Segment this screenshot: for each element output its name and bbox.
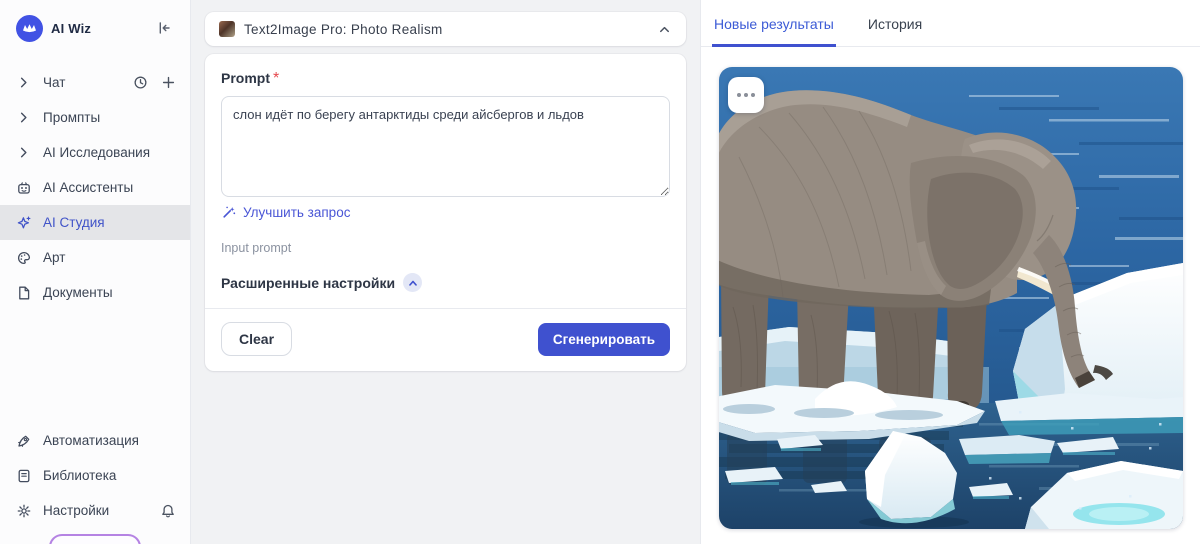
palette-icon	[16, 250, 33, 266]
brand-name: AI Wiz	[51, 21, 91, 36]
sidebar-nav-bottom: Автоматизация Библиотека Настройки	[0, 414, 190, 544]
advanced-settings-toggle[interactable]: Расширенные настройки	[221, 273, 422, 292]
tool-form-card: Prompt* слон идёт по берегу антарктиды с…	[205, 54, 686, 371]
prompt-helper-text: Input prompt	[221, 241, 670, 255]
sidebar-header: AI Wiz	[0, 0, 190, 56]
settings-trailing-actions	[160, 503, 176, 519]
sidebar-item-documents[interactable]: Документы	[0, 275, 190, 310]
ellipsis-icon	[751, 93, 755, 97]
sidebar-item-label: Чат	[43, 75, 65, 90]
results-panel: Новые результаты История	[700, 0, 1200, 544]
sidebar-item-label: AI Исследования	[43, 145, 150, 160]
prompt-label: Prompt	[221, 70, 270, 86]
prompt-textarea[interactable]: слон идёт по берегу антарктиды среди айс…	[221, 96, 670, 197]
prompt-label-row: Prompt*	[221, 70, 670, 88]
document-icon	[16, 285, 33, 301]
clear-button[interactable]: Clear	[221, 322, 292, 356]
result-area	[701, 47, 1200, 529]
ellipsis-icon	[744, 93, 748, 97]
sidebar-item-automation[interactable]: Автоматизация	[0, 423, 190, 458]
sidebar-item-label: Автоматизация	[43, 433, 139, 448]
tool-title: Text2Image Pro: Photo Realism	[244, 22, 648, 37]
sidebar-nav: Чат Промпты	[0, 56, 190, 310]
app-window: AI Wiz Чат	[0, 0, 1200, 544]
sidebar-item-label: Настройки	[43, 503, 109, 518]
advanced-settings-label: Расширенные настройки	[221, 275, 395, 291]
bell-icon[interactable]	[160, 503, 176, 519]
generated-image[interactable]	[719, 67, 1183, 529]
sidebar-item-ai-research[interactable]: AI Исследования	[0, 135, 190, 170]
chevron-up-icon	[403, 273, 422, 292]
gear-icon	[16, 503, 33, 519]
rocket-icon	[16, 433, 33, 449]
chat-trailing-actions	[133, 75, 176, 90]
sidebar-collapse-button[interactable]	[154, 18, 174, 38]
chevron-right-icon	[16, 75, 33, 91]
logo-w-icon	[22, 23, 37, 34]
sidebar-item-ai-studio[interactable]: AI Студия	[0, 205, 190, 240]
sidebar-item-label: Библиотека	[43, 468, 116, 483]
chevron-up-icon	[657, 22, 672, 37]
new-chat-plus-icon[interactable]	[161, 75, 176, 90]
sidebar-item-chat[interactable]: Чат	[0, 65, 190, 100]
tab-history[interactable]: История	[866, 0, 924, 47]
sidebar-item-library[interactable]: Библиотека	[0, 458, 190, 493]
results-tabs: Новые результаты История	[701, 0, 1200, 47]
sidebar-item-ai-assistants[interactable]: AI Ассистенты	[0, 170, 190, 205]
chevron-right-icon	[16, 110, 33, 126]
required-asterisk: *	[273, 70, 279, 87]
sidebar-item-label: AI Ассистенты	[43, 180, 133, 195]
generate-button[interactable]: Сгенерировать	[538, 323, 670, 356]
brand-logo	[16, 15, 43, 42]
sidebar-item-label: Арт	[43, 250, 65, 265]
improve-prompt-label: Улучшить запрос	[243, 205, 350, 220]
sidebar-item-prompts[interactable]: Промпты	[0, 100, 190, 135]
upgrade-pill-button[interactable]	[49, 534, 141, 544]
form-footer: Clear Сгенерировать	[205, 308, 686, 371]
ellipsis-icon	[737, 93, 741, 97]
sidebar-item-label: Промпты	[43, 110, 100, 125]
improve-prompt-link[interactable]: Улучшить запрос	[221, 204, 350, 220]
tool-panel: Text2Image Pro: Photo Realism Prompt* сл…	[191, 0, 700, 544]
collapse-sidebar-icon	[156, 20, 172, 36]
image-options-button[interactable]	[728, 77, 764, 113]
tool-accordion-header[interactable]: Text2Image Pro: Photo Realism	[205, 12, 686, 46]
chevron-right-icon	[16, 145, 33, 161]
robot-icon	[16, 180, 33, 196]
history-clock-icon[interactable]	[133, 75, 148, 90]
sidebar-item-settings[interactable]: Настройки	[0, 493, 190, 528]
sparkles-icon	[16, 215, 33, 231]
elephant-antarctica-illustration	[719, 67, 1183, 529]
tool-thumbnail-image	[219, 21, 235, 37]
sidebar-item-label: Документы	[43, 285, 113, 300]
sidebar-item-art[interactable]: Арт	[0, 240, 190, 275]
sidebar-item-label: AI Студия	[43, 215, 105, 230]
tab-new-results[interactable]: Новые результаты	[712, 0, 836, 47]
book-icon	[16, 468, 33, 484]
sidebar: AI Wiz Чат	[0, 0, 191, 544]
magic-wand-icon	[221, 204, 237, 220]
